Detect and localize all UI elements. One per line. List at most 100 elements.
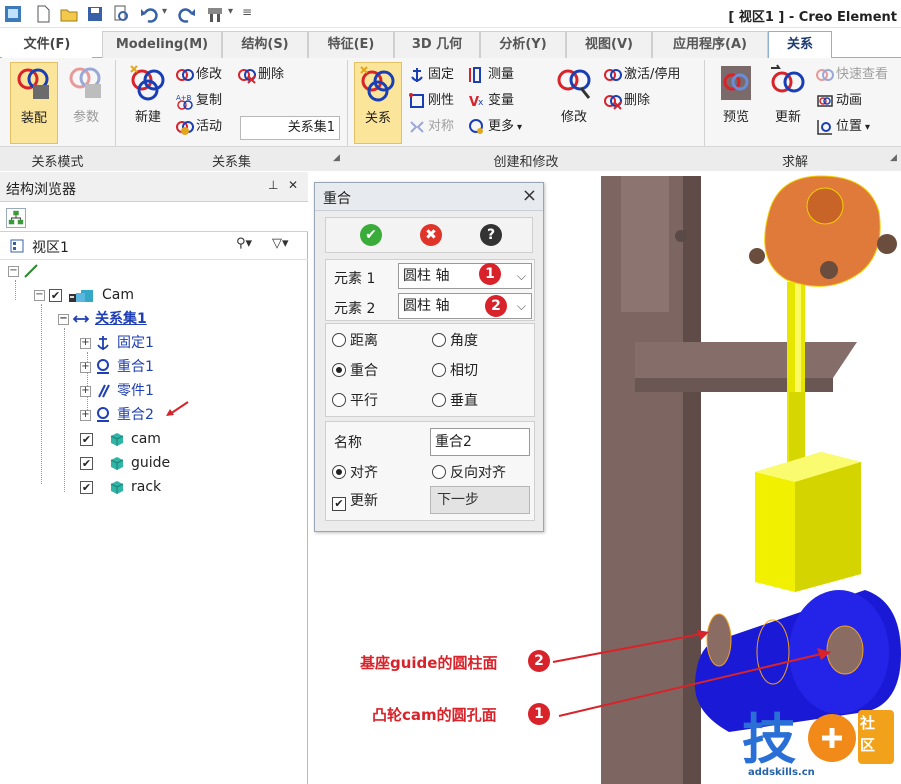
expand-icon[interactable]: + — [80, 337, 91, 349]
tree-item-cam[interactable]: ✔ cam — [80, 428, 161, 450]
close-icon[interactable]: ✕ — [288, 178, 298, 192]
save-icon[interactable] — [86, 5, 104, 23]
more-icon — [469, 118, 483, 134]
rigid-button[interactable]: 刚性 — [408, 90, 454, 112]
tree-item-root[interactable]: − — [8, 260, 45, 282]
dialog-launcher-icon[interactable]: ◢ — [890, 153, 897, 163]
active-icon — [176, 120, 194, 135]
pin-icon[interactable]: ⊥ — [268, 178, 278, 192]
assembly-mode-button[interactable]: 装配 — [10, 62, 58, 144]
tools-icon[interactable] — [206, 5, 224, 23]
visibility-checkbox[interactable]: ✔ — [80, 432, 93, 446]
tree-item-cam-assembly[interactable]: − ✔ Cam — [34, 284, 134, 306]
expand-icon[interactable]: + — [80, 385, 91, 397]
tab-modeling[interactable]: Modeling(M) — [102, 31, 222, 58]
assembly-mode-label: 装配 — [20, 111, 47, 126]
relation-set-selector[interactable]: 关系集1 — [240, 116, 340, 140]
tree-item-rack[interactable]: ✔ rack — [80, 476, 161, 498]
radio-parallel[interactable]: 平行 — [332, 392, 378, 410]
activate-deactivate-button[interactable]: 激活/停用 — [604, 64, 680, 86]
update-checkbox[interactable]: ✔ 更新 — [332, 492, 378, 511]
measure-button[interactable]: 测量 — [468, 64, 514, 86]
undo-icon[interactable] — [140, 5, 158, 23]
collapse-icon[interactable]: − — [58, 313, 69, 325]
structure-tree-icon[interactable] — [6, 208, 26, 228]
update-button[interactable]: 更新 — [764, 62, 812, 144]
create-relation-button[interactable]: 关系 — [354, 62, 402, 144]
undo-dropdown-icon[interactable]: ▾ — [162, 6, 167, 17]
cam-hole-surface[interactable] — [826, 625, 864, 675]
collapse-icon[interactable]: − — [8, 265, 19, 277]
part-cube-icon — [110, 481, 124, 494]
quick-check-button[interactable]: 快速查看 — [816, 64, 888, 86]
customize-quick-access-icon[interactable]: ≡ — [242, 5, 252, 19]
tab-view[interactable]: 视图(V) — [566, 31, 652, 58]
visibility-checkbox[interactable]: ✔ — [80, 456, 93, 470]
update-icon — [771, 64, 805, 93]
expand-icon[interactable]: + — [80, 361, 91, 373]
tree-item-part1[interactable]: + 零件1 — [80, 380, 154, 402]
tab-applications[interactable]: 应用程序(A) — [652, 31, 768, 58]
radio-coincident[interactable]: 重合 — [332, 362, 378, 380]
open-folder-icon[interactable] — [60, 5, 78, 23]
radio-angle[interactable]: 角度 — [432, 332, 478, 350]
tree-item-fix1[interactable]: + 固定1 — [80, 332, 154, 354]
guide-cylinder-surface[interactable] — [706, 613, 732, 667]
tab-3d-geometry[interactable]: 3D 几何 — [394, 31, 480, 58]
fix-button[interactable]: 固定 — [408, 64, 454, 86]
modify-relation-button[interactable]: 修改 — [548, 62, 600, 144]
radio-perpendicular[interactable]: 垂直 — [432, 392, 478, 410]
checkbox-checked-icon: ✔ — [332, 497, 346, 511]
tab-features[interactable]: 特征(E) — [308, 31, 394, 58]
tab-file[interactable]: 文件(F) — [2, 31, 92, 58]
radio-distance[interactable]: 距离 — [332, 332, 378, 350]
more-button[interactable]: 更多 ▾ — [468, 116, 522, 138]
tab-relations[interactable]: 关系 — [768, 31, 832, 59]
active-relation-set-button[interactable]: 活动 — [176, 116, 222, 138]
radio-reverse-align-label: 反向对齐 — [450, 465, 506, 481]
animate-button[interactable]: 动画 — [816, 90, 862, 112]
dialog-launcher-icon[interactable]: ◢ — [333, 153, 340, 163]
annotation-guide-surface: 基座guide的圆柱面 — [360, 654, 498, 672]
expand-icon[interactable]: + — [80, 409, 91, 421]
element2-select[interactable]: 圆柱 轴 ⌵ — [398, 293, 532, 319]
next-button[interactable]: 下一步 — [430, 486, 530, 514]
preview-button[interactable]: 预览 — [712, 62, 760, 144]
new-file-icon[interactable] — [34, 5, 52, 23]
dialog-title: 重合 — [323, 191, 351, 207]
tree-item-coincident2[interactable]: + 重合2 — [80, 404, 154, 426]
symmetry-button[interactable]: 对称 — [408, 116, 454, 138]
close-icon[interactable]: × — [522, 185, 537, 206]
preview-icon — [721, 66, 751, 100]
print-preview-icon[interactable] — [112, 5, 130, 23]
tab-analysis[interactable]: 分析(Y) — [480, 31, 566, 58]
variable-button[interactable]: Vx 变量 — [468, 90, 514, 112]
copy-relation-set-button[interactable]: A+B 复制 — [176, 90, 222, 112]
visibility-checkbox[interactable]: ✔ — [49, 288, 62, 302]
tree-item-guide[interactable]: ✔ guide — [80, 452, 170, 474]
element1-select[interactable]: 圆柱 轴 ⌵ — [398, 263, 532, 289]
radio-align[interactable]: 对齐 — [332, 464, 378, 482]
radio-reverse-align[interactable]: 反向对齐 — [432, 464, 506, 482]
view-selector-row[interactable]: 视区1 ⚲▾ ▽▾ — [0, 232, 308, 260]
delete-relation-set-button[interactable]: 删除 — [238, 64, 284, 86]
delete-relation-button[interactable]: 删除 — [604, 90, 650, 112]
tab-structure[interactable]: 结构(S) — [222, 31, 308, 58]
new-relation-set-button[interactable]: 新建 — [124, 62, 172, 144]
position-button[interactable]: 位置 ▾ — [816, 116, 870, 138]
filter-icon[interactable]: ▽▾ — [272, 236, 289, 251]
parameters-mode-button[interactable]: 参数 — [62, 62, 110, 144]
tools-dropdown-icon[interactable]: ▾ — [228, 6, 233, 17]
ok-icon[interactable]: ✔ — [360, 224, 382, 246]
help-icon[interactable]: ? — [480, 224, 502, 246]
find-icon[interactable]: ⚲▾ — [236, 236, 252, 251]
name-input[interactable]: 重合2 — [430, 428, 530, 456]
visibility-checkbox[interactable]: ✔ — [80, 480, 93, 494]
collapse-icon[interactable]: − — [34, 289, 45, 301]
tree-item-relation-set[interactable]: − 关系集1 — [58, 308, 147, 330]
cancel-icon[interactable]: ✖ — [420, 224, 442, 246]
redo-icon[interactable] — [178, 5, 196, 23]
tree-item-coincident1[interactable]: + 重合1 — [80, 356, 154, 378]
radio-tangent[interactable]: 相切 — [432, 362, 478, 380]
modify-relation-set-button[interactable]: 修改 — [176, 64, 222, 86]
